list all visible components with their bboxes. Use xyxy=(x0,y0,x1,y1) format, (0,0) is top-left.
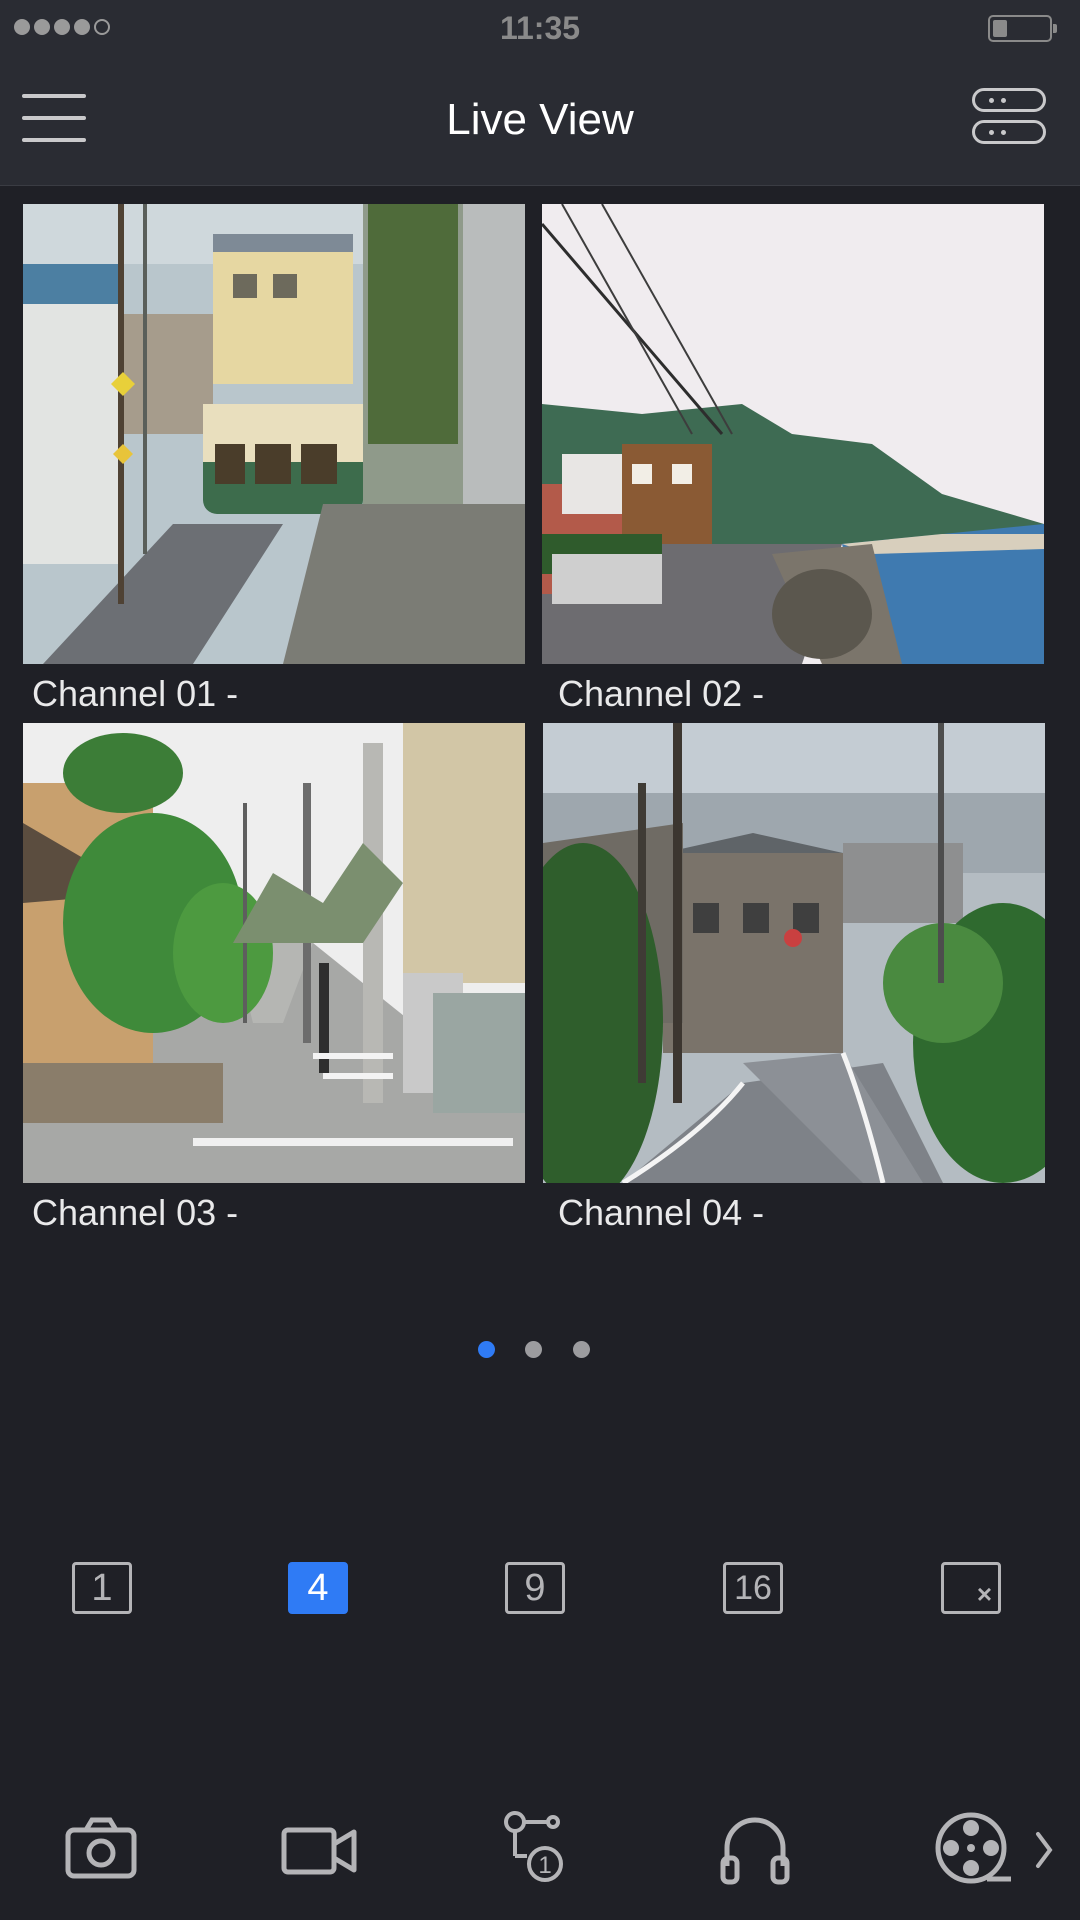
battery-icon xyxy=(988,15,1057,42)
channel-02-video[interactable] xyxy=(542,204,1044,664)
svg-text:1: 1 xyxy=(538,1852,551,1879)
layout-1-button[interactable]: 1 xyxy=(72,1562,132,1614)
snapshot-button[interactable] xyxy=(62,1808,142,1888)
channel-04-video[interactable] xyxy=(543,723,1045,1183)
audio-button[interactable] xyxy=(715,1808,795,1888)
status-bar: 11:35 xyxy=(0,0,1080,58)
page-indicator-3[interactable] xyxy=(573,1341,590,1358)
channel-01-video[interactable] xyxy=(23,204,525,664)
channel-03-video[interactable] xyxy=(23,723,525,1183)
status-time: 11:35 xyxy=(499,10,581,46)
playback-button[interactable] xyxy=(933,1808,1013,1888)
layout-4-button[interactable]: 4 xyxy=(288,1562,348,1614)
chevron-right-icon[interactable] xyxy=(1032,1830,1056,1870)
page-indicator-2[interactable] xyxy=(525,1341,542,1358)
close-all-channels-button[interactable]: × xyxy=(941,1562,1001,1614)
record-button[interactable] xyxy=(280,1808,360,1888)
close-icon: × xyxy=(976,1579,992,1609)
channel-04-label: Channel 04 - xyxy=(558,1192,765,1233)
channel-02-label: Channel 02 - xyxy=(558,673,765,714)
layout-16-button[interactable]: 16 xyxy=(723,1562,783,1614)
channel-01-label: Channel 01 - xyxy=(32,673,239,714)
film-reel-icon xyxy=(935,1812,1011,1884)
device-list-icon[interactable] xyxy=(972,88,1046,146)
ptz-icon: 1 xyxy=(504,1811,563,1882)
header: Live View xyxy=(0,58,1080,186)
layout-9-button[interactable]: 9 xyxy=(505,1562,565,1614)
page-title: Live View xyxy=(446,95,634,144)
headphones-icon xyxy=(720,1817,790,1885)
camera-icon xyxy=(65,1817,137,1879)
video-record-icon xyxy=(281,1827,357,1875)
ptz-button[interactable]: 1 xyxy=(495,1808,575,1888)
page-indicator-1[interactable] xyxy=(478,1341,495,1358)
channel-03-label: Channel 03 - xyxy=(32,1192,239,1233)
